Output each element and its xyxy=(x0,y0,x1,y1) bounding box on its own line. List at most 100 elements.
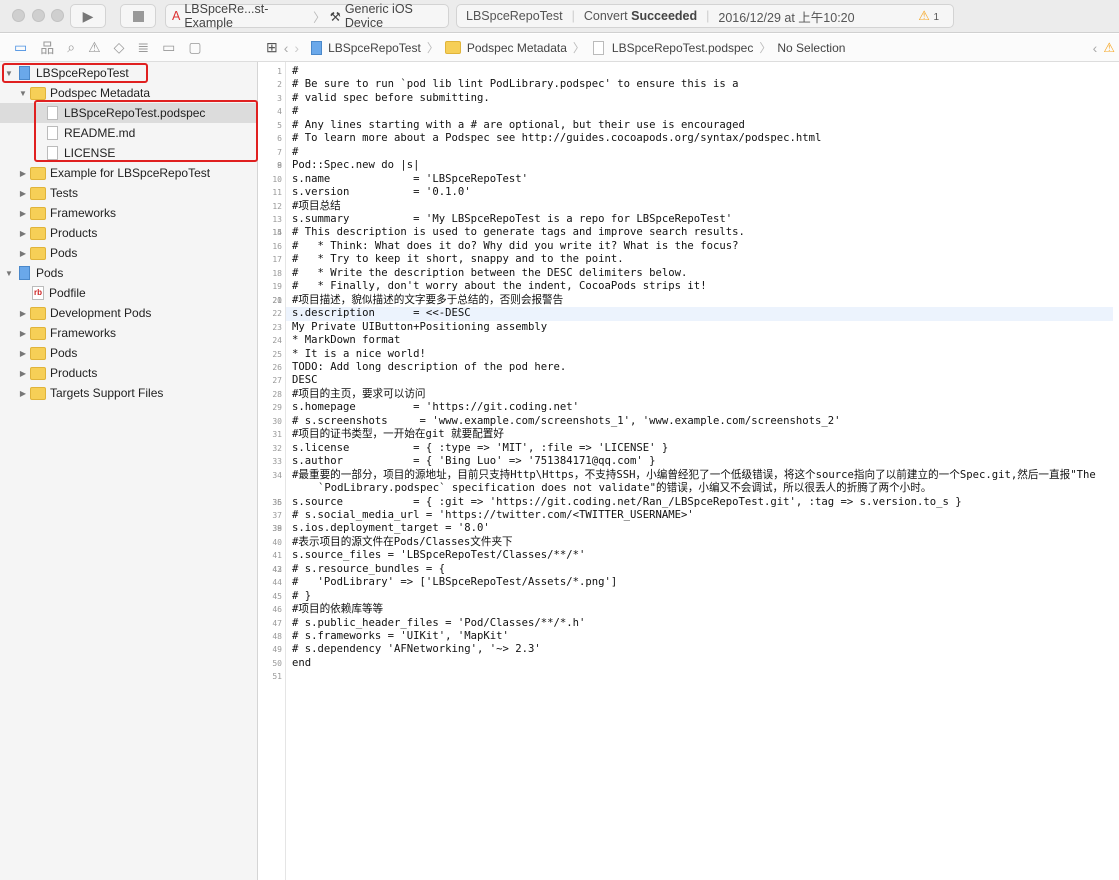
sidebar-item[interactable]: rb Podfile xyxy=(0,283,257,303)
code-line[interactable]: s.homepage = 'https://git.coding.net' xyxy=(292,401,1107,414)
code-line[interactable]: * It is a nice world! xyxy=(292,348,1107,361)
code-line[interactable]: # s.public_header_files = 'Pod/Classes/*… xyxy=(292,617,1107,630)
sidebar-item[interactable]: ▶ Frameworks xyxy=(0,203,257,223)
disclosure-collapsed-icon[interactable]: ▶ xyxy=(18,189,28,198)
code-line[interactable]: s.source = { :git => 'https://git.coding… xyxy=(292,496,1107,509)
jumpbar-file[interactable]: LBSpceRepoTest.podspec xyxy=(612,41,753,55)
breakpoint-icon[interactable]: ▭ xyxy=(162,39,175,56)
minimize-window-button[interactable] xyxy=(32,9,45,22)
line-number: 27 xyxy=(272,376,282,385)
disclosure-collapsed-icon[interactable]: ▶ xyxy=(18,369,28,378)
disclosure-collapsed-icon[interactable]: ▶ xyxy=(18,389,28,398)
disclosure-collapsed-icon[interactable]: ▶ xyxy=(18,229,28,238)
code-line[interactable]: # xyxy=(292,65,1107,78)
code-line[interactable]: s.ios.deployment_target = '8.0' xyxy=(292,522,1107,535)
sidebar-item[interactable]: ▶ Tests xyxy=(0,183,257,203)
code-line[interactable]: DESC xyxy=(292,374,1107,387)
debug-icon[interactable]: ≣ xyxy=(137,39,149,56)
sidebar-item[interactable]: ▼ Pods xyxy=(0,263,257,283)
code-line[interactable]: # This description is used to generate t… xyxy=(292,226,1107,239)
sidebar-item-label: Pods xyxy=(50,246,78,260)
code-line[interactable]: Pod::Spec.new do |s| xyxy=(292,159,1107,172)
stop-button[interactable] xyxy=(120,4,156,28)
folder-icon xyxy=(30,186,46,200)
hierarchy-icon[interactable]: 品 xyxy=(40,38,54,58)
code-line[interactable]: s.summary = 'My LBSpceRepoTest is a repo… xyxy=(292,213,1107,226)
code-area[interactable]: # # Be sure to run `pod lib lint PodLibra… xyxy=(286,65,1113,670)
forward-button[interactable]: › xyxy=(294,40,299,56)
disclosure-collapsed-icon[interactable]: ▶ xyxy=(18,309,28,318)
test-icon[interactable]: ◇ xyxy=(114,39,125,56)
code-line[interactable]: s.source_files = 'LBSpceRepoTest/Classes… xyxy=(292,549,1107,562)
disclosure-collapsed-icon[interactable]: ▶ xyxy=(18,249,28,258)
code-line[interactable]: s.description = <<-DESC xyxy=(286,307,1113,321)
code-line[interactable]: # * Try to keep it short, snappy and to … xyxy=(292,253,1107,266)
sidebar-item[interactable]: ▶ Pods xyxy=(0,243,257,263)
code-line[interactable]: # Be sure to run `pod lib lint PodLibrar… xyxy=(292,78,1107,91)
code-line[interactable]: # s.resource_bundles = { xyxy=(292,563,1107,576)
code-line[interactable]: s.author = { 'Bing Luo' => '751384171@qq… xyxy=(292,455,1107,468)
code-line[interactable]: * MarkDown format xyxy=(292,334,1107,347)
sidebar-item[interactable]: ▶ Frameworks xyxy=(0,323,257,343)
disclosure-expanded-icon[interactable]: ▼ xyxy=(4,269,14,278)
code-line[interactable]: #项目描述，貌似描述的文字要多于总结的，否则会报警告 xyxy=(292,294,1107,307)
code-line[interactable]: #项目的证书类型，一开始在git 就要配置好 xyxy=(292,428,1107,441)
code-line[interactable]: # * Think: What does it do? Why did you … xyxy=(292,240,1107,253)
disclosure-collapsed-icon[interactable]: ▶ xyxy=(18,209,28,218)
search-icon[interactable]: ⌕ xyxy=(67,39,75,56)
code-line[interactable]: # xyxy=(292,146,1107,159)
scheme-selector[interactable]: A LBSpceRe...st-Example 〉 ⚒ Generic iOS … xyxy=(165,2,449,30)
code-line[interactable]: #项目总结 xyxy=(292,200,1107,213)
code-line[interactable]: # s.screenshots = 'www.example.com/scree… xyxy=(292,415,1107,428)
code-line[interactable]: #项目的主页，要求可以访问 xyxy=(292,388,1107,401)
sidebar-item-label: Products xyxy=(50,366,98,380)
code-line[interactable]: # 'PodLibrary' => ['LBSpceRepoTest/Asset… xyxy=(292,576,1107,589)
warning-icon[interactable]: ⚠ xyxy=(88,39,101,56)
sidebar-item[interactable]: ▶ Development Pods xyxy=(0,303,257,323)
back-button[interactable]: ‹ xyxy=(284,40,289,56)
code-line[interactable]: My Private UIButton+Positioning assembly xyxy=(292,321,1107,334)
code-line[interactable]: # Any lines starting with a # are option… xyxy=(292,119,1107,132)
code-line[interactable]: #最重要的一部分，项目的源地址，目前只支持Http\Https，不支持SSH，小… xyxy=(292,469,1107,496)
warning-badge[interactable]: ⚠ 1 xyxy=(918,8,939,24)
folder-icon[interactable]: ▭ xyxy=(14,39,27,56)
code-line[interactable]: # * Write the description between the DE… xyxy=(292,267,1107,280)
code-line[interactable]: # valid spec before submitting. xyxy=(292,92,1107,105)
related-items-icon[interactable]: ⊞ xyxy=(266,39,278,56)
code-line[interactable]: TODO: Add long description of the pod he… xyxy=(292,361,1107,374)
code-line[interactable]: s.license = { :type => 'MIT', :file => '… xyxy=(292,442,1107,455)
source-editor[interactable]: 1 2 3 4 5 6 7 8 9 10 11 12 13 14 15 16 17 18 19 20 21 22 23 24 2… xyxy=(258,62,1119,880)
disclosure-collapsed-icon[interactable]: ▶ xyxy=(18,349,28,358)
code-line[interactable]: # s.frameworks = 'UIKit', 'MapKit' xyxy=(292,630,1107,643)
warning-icon[interactable]: ⚠ xyxy=(1103,40,1115,56)
disclosure-collapsed-icon[interactable]: ▶ xyxy=(18,169,28,178)
code-line[interactable]: s.version = '0.1.0' xyxy=(292,186,1107,199)
close-window-button[interactable] xyxy=(12,9,25,22)
sidebar-item[interactable]: ▶ Products xyxy=(0,223,257,243)
disclosure-collapsed-icon[interactable]: ▶ xyxy=(18,329,28,338)
sidebar-item[interactable]: ▶ Pods xyxy=(0,343,257,363)
code-line[interactable]: end xyxy=(292,657,1107,670)
code-line[interactable]: # * Finally, don't worry about the inden… xyxy=(292,280,1107,293)
code-line[interactable]: s.name = 'LBSpceRepoTest' xyxy=(292,173,1107,186)
code-line[interactable]: # To learn more about a Podspec see http… xyxy=(292,132,1107,145)
run-button[interactable]: ▶ xyxy=(70,4,106,28)
code-line[interactable]: # s.social_media_url = 'https://twitter.… xyxy=(292,509,1107,522)
sidebar-item[interactable]: ▶ Targets Support Files xyxy=(0,383,257,403)
code-line[interactable]: # } xyxy=(292,590,1107,603)
report-icon[interactable]: ▢ xyxy=(188,39,201,56)
sidebar-item[interactable]: ▶ Example for LBSpceRepoTest xyxy=(0,163,257,183)
disclosure-expanded-icon[interactable]: ▼ xyxy=(18,89,28,98)
zoom-window-button[interactable] xyxy=(51,9,64,22)
sidebar-item[interactable]: ▶ Products xyxy=(0,363,257,383)
code-line[interactable]: #表示项目的源文件在Pods/Classes文件夹下 xyxy=(292,536,1107,549)
code-line[interactable]: # xyxy=(292,105,1107,118)
previous-issue-button[interactable]: ‹ xyxy=(1093,40,1098,56)
code-line[interactable]: # s.dependency 'AFNetworking', '~> 2.3' xyxy=(292,643,1107,656)
jumpbar-group[interactable]: Podspec Metadata xyxy=(467,41,567,55)
jumpbar-project[interactable]: LBSpceRepoTest xyxy=(328,41,421,55)
jumpbar-selection[interactable]: No Selection xyxy=(777,41,845,55)
code-line[interactable]: #项目的依赖库等等 xyxy=(292,603,1107,616)
line-number: 45 xyxy=(272,592,282,601)
app-icon: A xyxy=(172,9,181,23)
